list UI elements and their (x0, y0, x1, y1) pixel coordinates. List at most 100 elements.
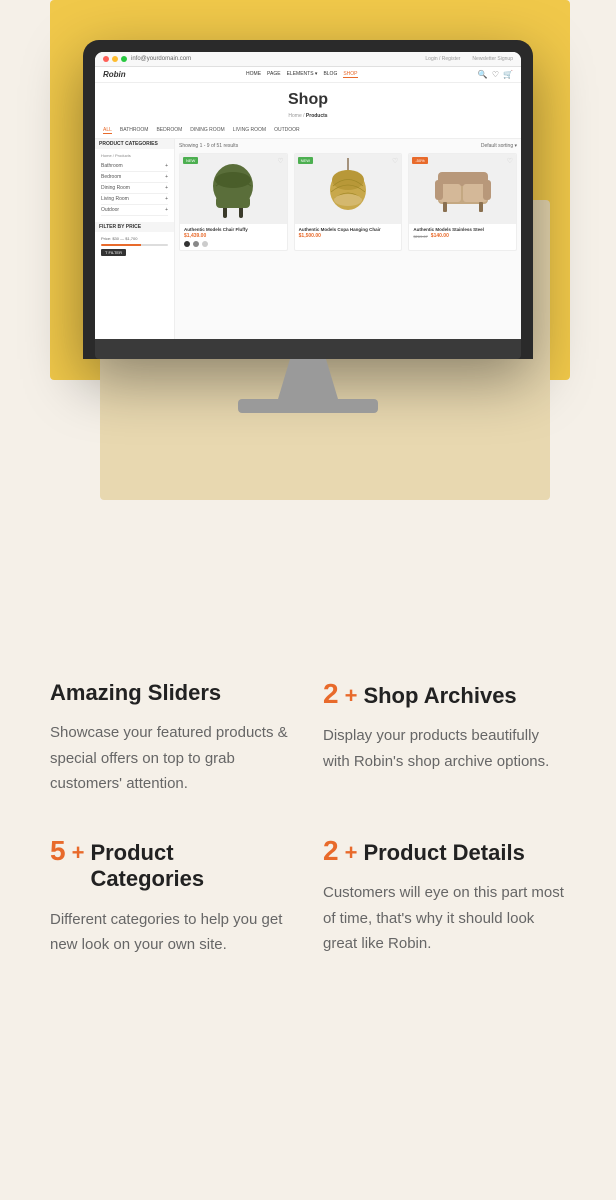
product-img-sofa: -50% (409, 154, 516, 224)
feature-desc-product-details: Customers will eye on this part most of … (323, 880, 566, 957)
feature-shop-archives: 2 + Shop Archives Display your products … (323, 680, 566, 797)
product-price-old-3: $269.67 (413, 234, 427, 239)
feature-plus-product-categories: + (72, 840, 85, 866)
dot-yellow (112, 56, 118, 62)
product-badge-new-2: NEW (298, 157, 313, 164)
feature-plus-product-details: + (345, 840, 358, 866)
feature-desc-product-categories: Different categories to help you get new… (50, 907, 293, 958)
shop-navbar: Robin HOME PAGE ELEMENTS ▾ BLOG SHOP 🔍 ♡… (95, 67, 521, 83)
wishlist-icon[interactable]: ♡ (492, 70, 499, 79)
filter-tab-bedroom[interactable]: BEDROOM (156, 127, 182, 134)
nav-elements[interactable]: ELEMENTS ▾ (287, 71, 318, 78)
shop-breadcrumb: Home / Products (95, 113, 521, 123)
feature-title-shop-archives: 2 + Shop Archives (323, 680, 566, 709)
nav-icons: 🔍 ♡ 🛒 (478, 70, 513, 79)
top-section: info@yourdomain.com Login / Register New… (0, 0, 616, 620)
monitor-stand-base (238, 399, 378, 413)
product-img-hanging: NEW (295, 154, 402, 224)
monitor-screen: info@yourdomain.com Login / Register New… (95, 52, 521, 339)
monitor-wrapper: info@yourdomain.com Login / Register New… (83, 40, 533, 413)
filter-tab-all[interactable]: ALL (103, 127, 112, 134)
feature-count-product-categories: 5 (50, 837, 66, 865)
feature-count-product-details: 2 (323, 837, 339, 865)
sofa-img (433, 164, 493, 214)
nav-home[interactable]: HOME (246, 71, 261, 78)
feature-title-amazing-sliders: Amazing Sliders (50, 680, 293, 706)
feature-count-shop-archives: 2 (323, 680, 339, 708)
breadcrumb-small: Home / Products (101, 153, 168, 158)
dot-red (103, 56, 109, 62)
sidebar-bathroom[interactable]: Bathroom+ (101, 161, 168, 172)
feature-product-categories: 5 + Product Categories Different categor… (50, 837, 293, 958)
feature-desc-amazing-sliders: Showcase your featured products & specia… (50, 720, 293, 797)
browser-topbar: info@yourdomain.com Login / Register New… (95, 52, 521, 67)
sidebar-bedroom[interactable]: Bedroom+ (101, 172, 168, 183)
products-header: Showing 1 - 9 of 51 results Default sort… (179, 143, 517, 149)
search-icon[interactable]: 🔍 (478, 70, 488, 79)
product-badge-new-1: NEW (183, 157, 198, 164)
product-heart-1[interactable]: ♡ (277, 157, 283, 165)
browser-url: info@yourdomain.com (131, 56, 191, 62)
feature-title-text-shop-archives: Shop Archives (363, 683, 516, 709)
shop-main: PRODUCT CATEGORIES Home / Products Bathr… (95, 139, 521, 339)
monitor-frame: info@yourdomain.com Login / Register New… (83, 40, 533, 359)
browser-dots (103, 56, 127, 62)
filter-button[interactable]: T FILTER (101, 249, 126, 256)
sidebar-outdoor[interactable]: Outdoor+ (101, 205, 168, 216)
price-slider[interactable] (101, 244, 168, 246)
shop-nav-menu: HOME PAGE ELEMENTS ▾ BLOG SHOP (246, 71, 357, 78)
filter-tab-bathroom[interactable]: BATHROOM (120, 127, 149, 134)
products-grid: NEW (179, 153, 517, 251)
feature-product-details: 2 + Product Details Customers will eye o… (323, 837, 566, 958)
filter-tab-living-room[interactable]: LIVING ROOM (233, 127, 266, 134)
filter-tab-dining-room[interactable]: DINING ROOM (190, 127, 224, 134)
product-badge-sale: -50% (412, 157, 427, 164)
results-text: Showing 1 - 9 of 51 results (179, 143, 238, 149)
sort-select[interactable]: Default sorting ▾ (481, 143, 517, 149)
features-grid: Amazing Sliders Showcase your featured p… (50, 680, 566, 958)
product-card-sofa[interactable]: -50% (408, 153, 517, 251)
dot-green (121, 56, 127, 62)
shop-filter-tabs: ALL BATHROOM BEDROOM DINING ROOM LIVING … (95, 123, 521, 139)
browser-login: Login / Register (425, 56, 460, 62)
feature-title-product-categories: 5 + Product Categories (50, 837, 293, 893)
product-info-1: Authentic Models Chair Fluffy $1,439.00 (180, 224, 287, 250)
shop-page-title: Shop (95, 83, 521, 113)
fluffy-chair-img (208, 158, 258, 220)
nav-blog[interactable]: BLOG (323, 71, 337, 78)
nav-page[interactable]: PAGE (267, 71, 281, 78)
product-price-1: $1,439.00 (184, 233, 283, 239)
product-name-2: Authentic Models Copa Hanging Chair (299, 227, 398, 232)
product-heart-3[interactable]: ♡ (507, 157, 513, 165)
feature-title-text-product-details: Product Details (363, 840, 524, 866)
feature-title-text-product-categories: Product Categories (90, 840, 293, 893)
feature-amazing-sliders: Amazing Sliders Showcase your featured p… (50, 680, 293, 797)
product-img-fluffy: NEW (180, 154, 287, 224)
product-price-2: $1,500.00 (299, 233, 398, 239)
feature-plus-shop-archives: + (345, 683, 358, 709)
sidebar-living-room[interactable]: Living Room+ (101, 194, 168, 205)
shop-logo: Robin (103, 70, 126, 79)
product-card-hanging[interactable]: NEW (294, 153, 403, 251)
cart-icon[interactable]: 🛒 (503, 70, 513, 79)
features-section: Amazing Sliders Showcase your featured p… (0, 620, 616, 1008)
product-name-3: Authentic Models Stainless Steel (413, 227, 512, 232)
products-area: Showing 1 - 9 of 51 results Default sort… (175, 139, 521, 339)
nav-shop[interactable]: SHOP (343, 71, 357, 78)
sidebar-dining-room[interactable]: Dining Room+ (101, 183, 168, 194)
feature-title-product-details: 2 + Product Details (323, 837, 566, 866)
price-range: Price: $30 — $1,700 (101, 236, 168, 241)
feature-desc-shop-archives: Display your products beautifully with R… (323, 723, 566, 774)
browser-newsletter: Newsletter Signup (472, 56, 513, 62)
product-heart-2[interactable]: ♡ (392, 157, 398, 165)
categories-title: PRODUCT CATEGORIES (95, 139, 174, 149)
product-info-2: Authentic Models Copa Hanging Chair $1,5… (295, 224, 402, 242)
product-card-fluffy[interactable]: NEW (179, 153, 288, 251)
sidebar: PRODUCT CATEGORIES Home / Products Bathr… (95, 139, 175, 339)
product-name-1: Authentic Models Chair Fluffy (184, 227, 283, 232)
filter-tab-outdoor[interactable]: OUTDOOR (274, 127, 300, 134)
monitor-stand-neck (278, 359, 338, 399)
filter-price-title: FILTER BY PRICE (95, 222, 174, 232)
hanging-chair-img (323, 158, 373, 220)
product-info-3: Authentic Models Stainless Steel $269.67… (409, 224, 516, 242)
